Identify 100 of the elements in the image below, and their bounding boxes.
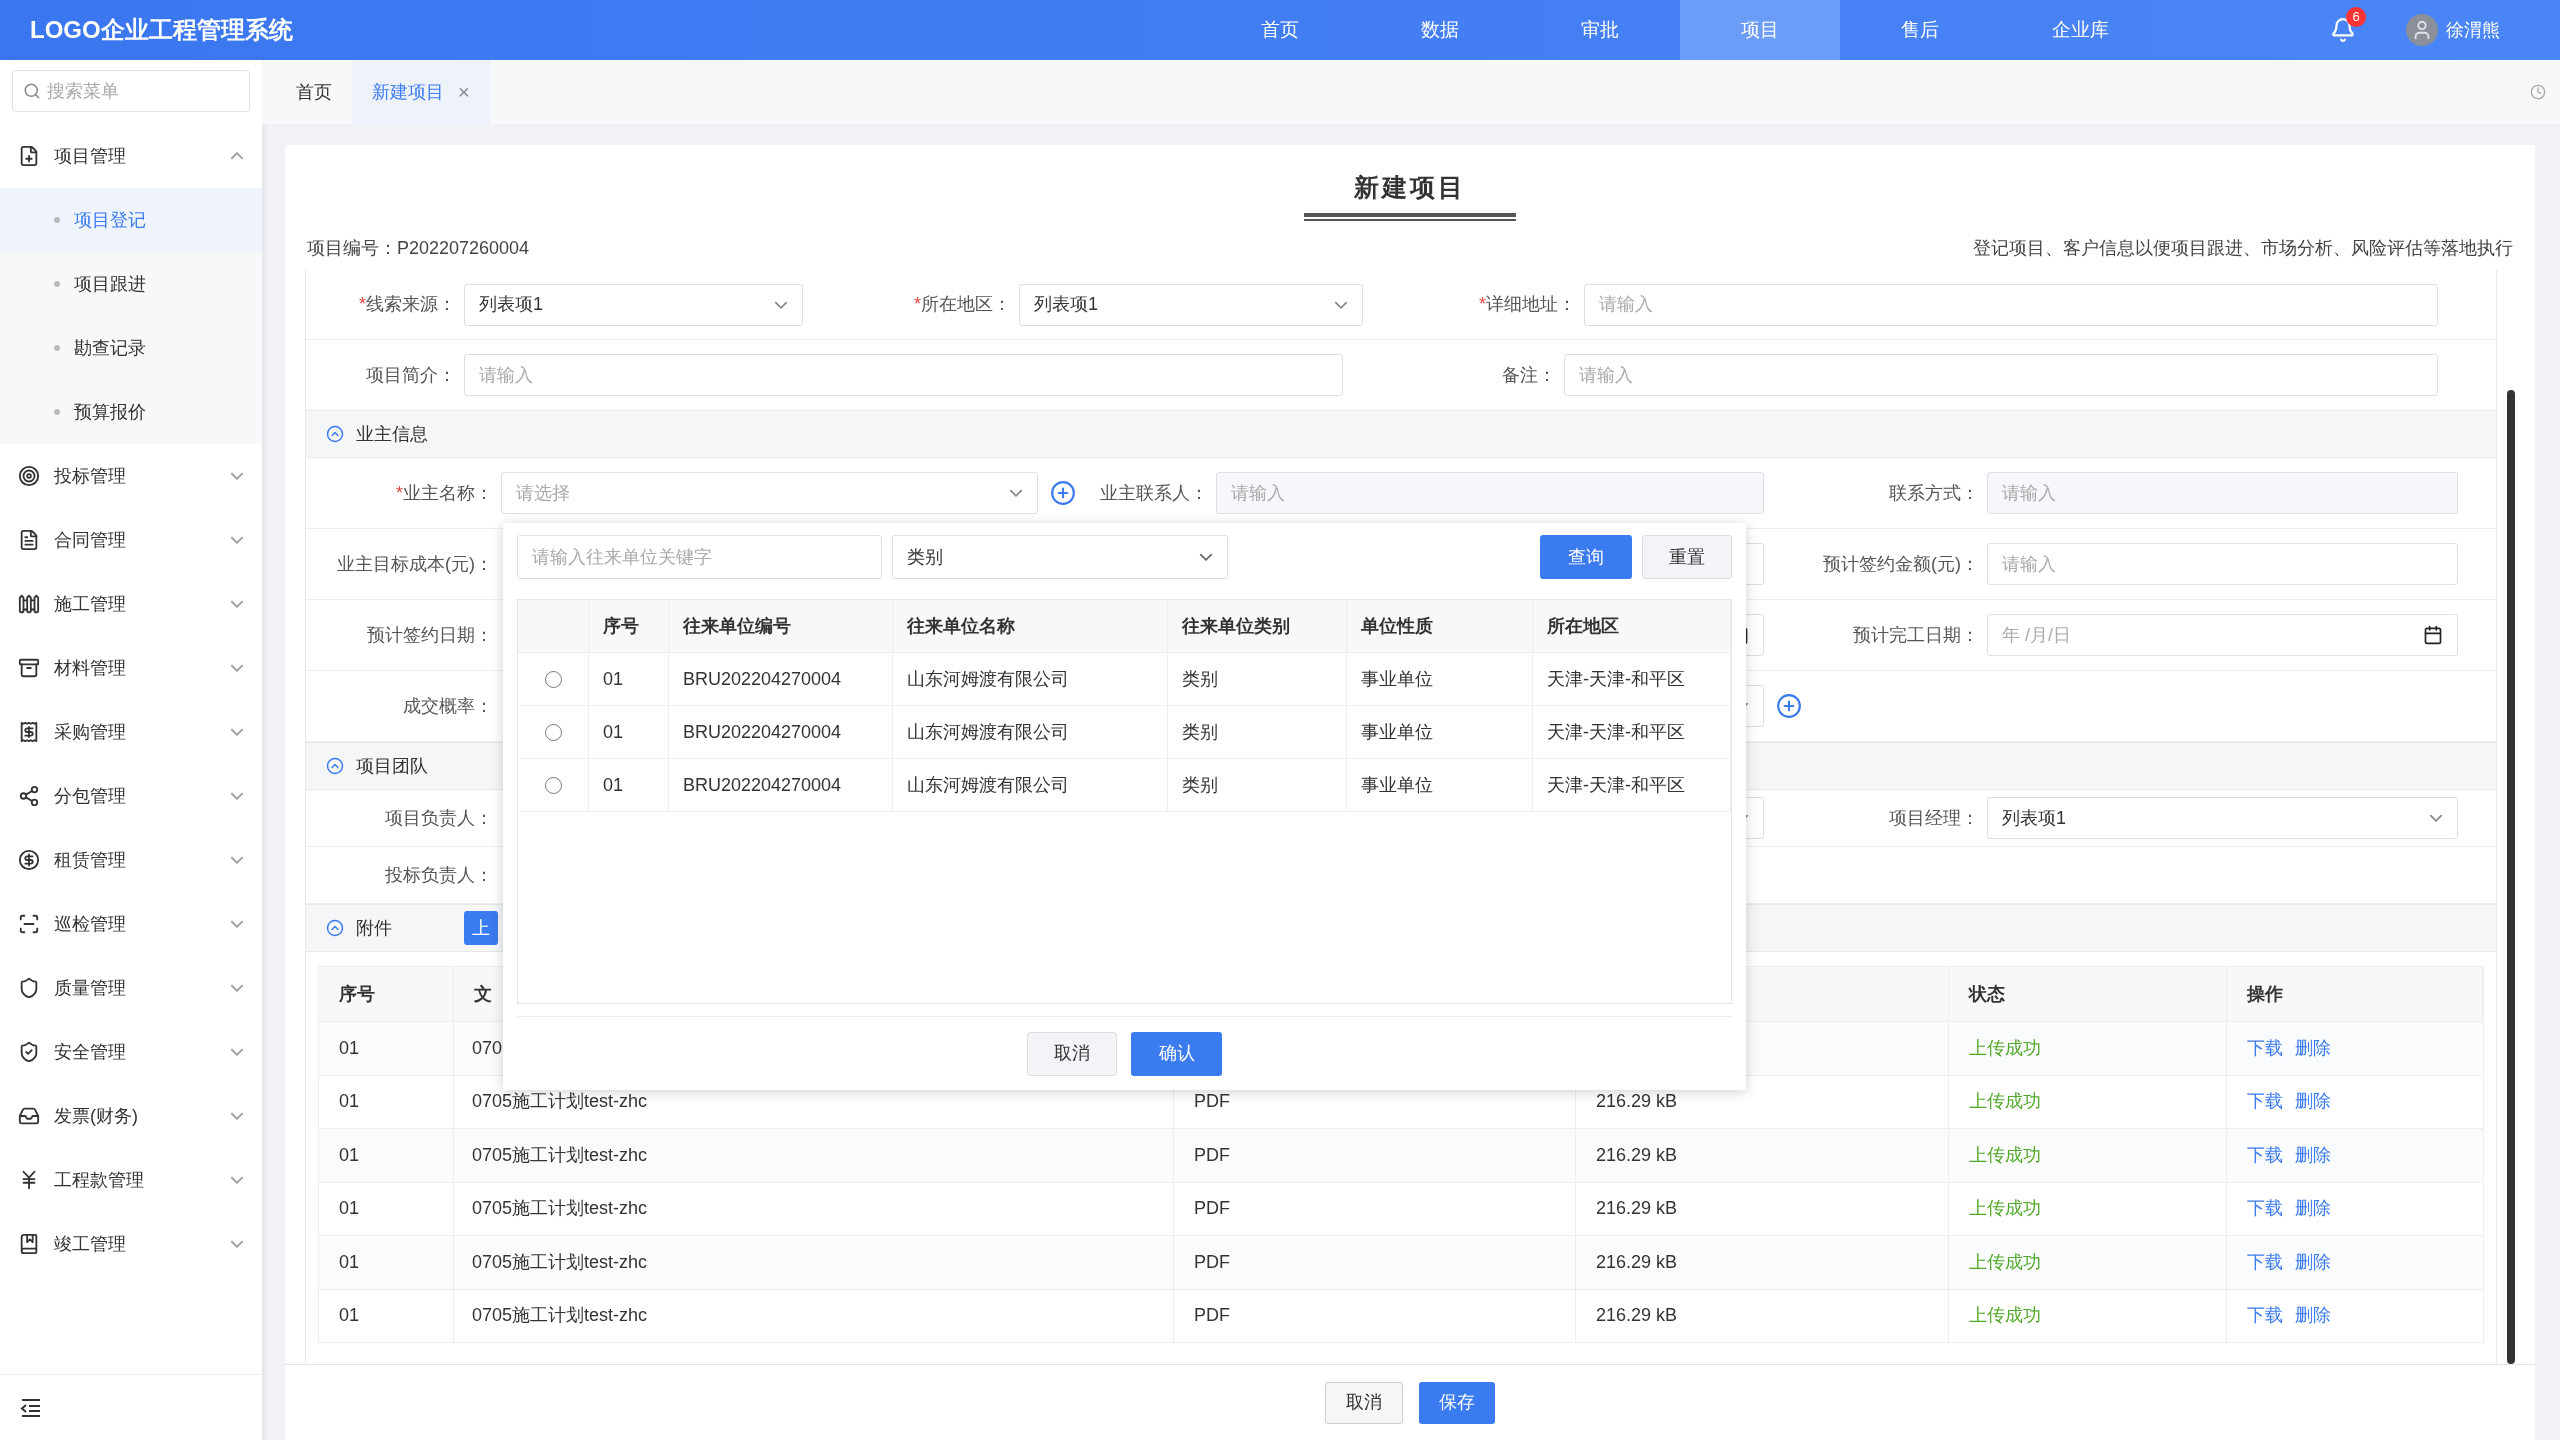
menu-item[interactable]: 工程款管理 <box>0 1148 262 1212</box>
menu-item[interactable]: 合同管理 <box>0 508 262 572</box>
table-cell-text: 01 <box>339 1250 360 1274</box>
menu-item[interactable]: 材料管理 <box>0 636 262 700</box>
menu-item[interactable]: 租赁管理 <box>0 828 262 892</box>
action-link[interactable]: 删除 <box>2295 1141 2331 1169</box>
action-link[interactable]: 删除 <box>2295 1195 2331 1223</box>
cancel-button[interactable]: 取消 <box>1027 1031 1117 1076</box>
notification-badge: 6 <box>2346 7 2366 27</box>
select-field[interactable]: 请选择 <box>501 472 1038 514</box>
table-cell-text: 216.29 kB <box>1596 1197 1678 1221</box>
table-cell-text: PDF <box>1194 1304 1230 1328</box>
submenu-item[interactable]: 项目跟进 <box>0 252 262 316</box>
menu-item[interactable]: 采购管理 <box>0 700 262 764</box>
input-field[interactable]: 请输入 <box>1584 283 2438 326</box>
column-header: 往来单位类别 <box>1182 614 1290 638</box>
column-header: 所在地区 <box>1547 614 1619 638</box>
menu-item[interactable]: 施工管理 <box>0 572 262 636</box>
select-field[interactable]: 列表项1 <box>1019 283 1363 326</box>
menu-item[interactable]: 投标管理 <box>0 444 262 508</box>
action-link[interactable]: 下载 <box>2247 1248 2283 1276</box>
menu-item[interactable]: 竣工管理 <box>0 1212 262 1276</box>
table-cell-text: 类别 <box>1182 667 1218 691</box>
table-cell-text: BRU202204270004 <box>683 720 842 744</box>
menu-item[interactable]: 巡检管理 <box>0 892 262 956</box>
action-link[interactable]: 下载 <box>2247 1034 2283 1062</box>
query-button[interactable]: 查询 <box>1540 535 1632 579</box>
action-link[interactable]: 下载 <box>2247 1088 2283 1116</box>
table-cell-text: PDF <box>1194 1090 1230 1114</box>
table-cell-text: 山东河姆渡有限公司 <box>907 667 1069 691</box>
field-label: 项目简介： <box>365 363 457 387</box>
table-cell-text: BRU202204270004 <box>683 773 842 797</box>
save-button[interactable]: 保存 <box>1419 1381 1495 1424</box>
page-tab[interactable]: 首页 <box>276 60 352 124</box>
reset-button[interactable]: 重置 <box>1642 535 1732 579</box>
input-field[interactable]: 请输入 <box>464 354 1343 396</box>
category-select[interactable]: 类别 <box>892 535 1228 579</box>
field-label: 预计签约金额(元)： <box>1822 552 1980 576</box>
section-title: 业主信息 <box>356 422 428 446</box>
submenu-item[interactable]: 预算报价 <box>0 380 262 444</box>
action-link[interactable]: 下载 <box>2247 1195 2283 1223</box>
keyword-field[interactable]: 请输入往来单位关键字 <box>517 535 882 579</box>
table-cell-text: 0705施工计划test-zhc <box>472 1304 648 1328</box>
nav-tab[interactable]: 审批 <box>1520 0 1680 60</box>
action-link[interactable]: 删除 <box>2295 1034 2331 1062</box>
table-cell-text: 01 <box>339 1036 360 1060</box>
user-name[interactable]: 徐渭熊 <box>2446 16 2500 44</box>
page-tab[interactable]: 新建项目 × <box>352 60 490 124</box>
table-cell-text: 01 <box>339 1304 360 1328</box>
nav-tab[interactable]: 售后 <box>1840 0 2000 60</box>
table-cell-text: 事业单位 <box>1361 773 1433 797</box>
action-link[interactable]: 下载 <box>2247 1141 2283 1169</box>
page-title: 新建项目 <box>1354 172 1466 203</box>
menu-item[interactable]: 安全管理 <box>0 1020 262 1084</box>
field-label: 备注： <box>1501 363 1557 387</box>
table-cell-text: BRU202204270004 <box>683 667 842 691</box>
field-label: 成交概率： <box>402 694 494 718</box>
column-header: 状态 <box>1969 982 2005 1006</box>
select-field[interactable]: 列表项1 <box>464 283 803 326</box>
field-label: 预计完工日期： <box>1852 623 1980 647</box>
action-link[interactable]: 删除 <box>2295 1302 2331 1330</box>
field-label: 项目负责人： <box>384 806 494 830</box>
action-link[interactable]: 删除 <box>2295 1088 2331 1116</box>
table-cell-text: 山东河姆渡有限公司 <box>907 773 1069 797</box>
table-cell-text: 01 <box>339 1197 360 1221</box>
action-link[interactable]: 下载 <box>2247 1302 2283 1330</box>
field-label: 项目经理： <box>1888 806 1980 830</box>
table-cell-text: PDF <box>1194 1197 1230 1221</box>
submenu-item[interactable]: 勘查记录 <box>0 316 262 380</box>
table-cell-text: 0705施工计划test-zhc <box>472 1143 648 1167</box>
menu-item[interactable]: 项目管理 <box>0 124 262 188</box>
submenu-item[interactable]: 项目登记 <box>0 188 262 252</box>
table-cell-text: 0705施工计划test-zhc <box>472 1197 648 1221</box>
confirm-button[interactable]: 确认 <box>1131 1031 1222 1076</box>
select-field[interactable]: 列表项1 <box>1987 797 2458 839</box>
table-cell-text: 天津-天津-和平区 <box>1547 720 1685 744</box>
upload-button[interactable]: 上 <box>464 911 498 945</box>
menu-item[interactable]: 发票(财务) <box>0 1084 262 1148</box>
menu-item[interactable]: 分包管理 <box>0 764 262 828</box>
status-text: 上传成功 <box>1969 1304 2041 1328</box>
table-cell-text: 01 <box>339 1090 360 1114</box>
column-header: 文 <box>474 982 492 1006</box>
menu-item[interactable]: 质量管理 <box>0 956 262 1020</box>
column-header: 操作 <box>2247 982 2283 1006</box>
page-description: 登记项目、客户信息以便项目跟进、市场分析、风险评估等落地执行 <box>1973 236 2513 260</box>
input-field[interactable]: 请输入 <box>1564 354 2438 396</box>
search-field[interactable]: 搜索菜单 <box>12 70 250 112</box>
column-header: 单位性质 <box>1361 614 1433 638</box>
nav-tab[interactable]: 企业库 <box>2000 0 2160 60</box>
action-link[interactable]: 删除 <box>2295 1248 2331 1276</box>
nav-tab[interactable]: 项目 <box>1680 0 1840 60</box>
nav-tab[interactable]: 数据 <box>1360 0 1520 60</box>
nav-tab[interactable]: 首页 <box>1200 0 1360 60</box>
table-cell-text: 216.29 kB <box>1596 1143 1678 1167</box>
cancel-button[interactable]: 取消 <box>1325 1381 1403 1424</box>
date-field[interactable]: 年 /月/日 <box>1987 614 2458 656</box>
status-text: 上传成功 <box>1969 1090 2041 1114</box>
field-label: 业主目标成本(元)： <box>336 552 494 576</box>
input-field[interactable]: 请输入 <box>1987 543 2458 585</box>
close-icon[interactable]: × <box>458 77 470 107</box>
